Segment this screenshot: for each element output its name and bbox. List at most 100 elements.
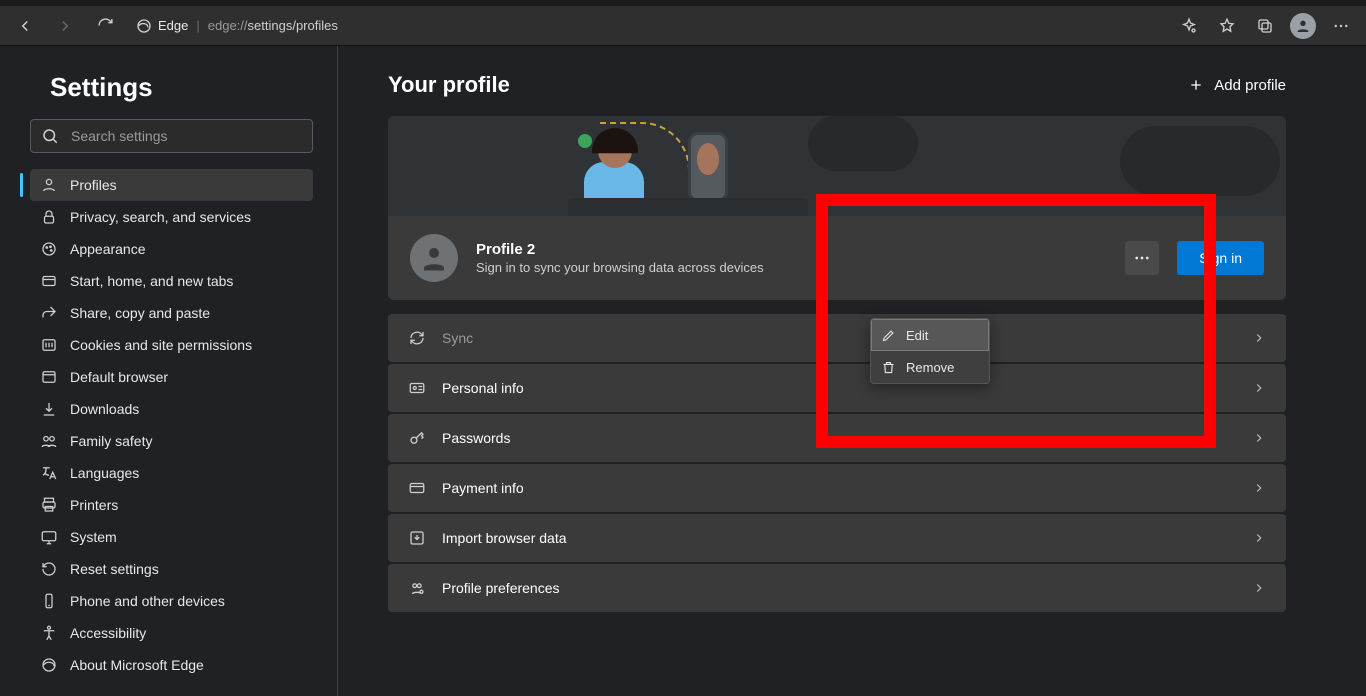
profile-settings-list: Sync Personal info Passwords Payment infoIm… xyxy=(388,314,1286,612)
profile-button[interactable] xyxy=(1286,9,1320,43)
chevron-right-icon xyxy=(1252,331,1266,345)
key-icon xyxy=(408,429,426,447)
language-icon xyxy=(40,464,58,482)
settings-title: Settings xyxy=(50,72,313,103)
sidebar-item-label: Share, copy and paste xyxy=(70,305,210,321)
row-label: Profile preferences xyxy=(442,580,560,596)
chevron-right-icon xyxy=(1252,481,1266,495)
chevron-right-icon xyxy=(1252,381,1266,395)
avatar-icon xyxy=(1290,13,1316,39)
favorites-button[interactable] xyxy=(1210,9,1244,43)
menu-item-edit[interactable]: Edit xyxy=(871,319,989,351)
trash-icon xyxy=(881,360,896,375)
sidebar-item-label: Family safety xyxy=(70,433,152,449)
plus-icon xyxy=(1188,77,1204,93)
settings-row-import-browser-data[interactable]: Import browser data xyxy=(388,514,1286,562)
sidebar-item-label: Printers xyxy=(70,497,118,513)
site-identity: Edge xyxy=(136,18,188,34)
sidebar-item-label: Privacy, search, and services xyxy=(70,209,251,225)
settings-row-payment-info[interactable]: Payment info xyxy=(388,464,1286,512)
forward-button[interactable] xyxy=(48,9,82,43)
menu-item-remove[interactable]: Remove xyxy=(871,351,989,383)
sidebar-item-label: Downloads xyxy=(70,401,139,417)
collections-button[interactable] xyxy=(1248,9,1282,43)
url-text: edge://settings/profiles xyxy=(208,18,338,33)
read-aloud-button[interactable] xyxy=(1172,9,1206,43)
pencil-icon xyxy=(881,328,896,343)
lock-icon xyxy=(40,208,58,226)
sidebar-item-label: Cookies and site permissions xyxy=(70,337,252,353)
phone-icon xyxy=(40,592,58,610)
card-icon xyxy=(408,479,426,497)
sidebar-item-downloads[interactable]: Downloads xyxy=(30,393,313,425)
sidebar-item-family-safety[interactable]: Family safety xyxy=(30,425,313,457)
sidebar-item-system[interactable]: System xyxy=(30,521,313,553)
sidebar-item-label: Phone and other devices xyxy=(70,593,225,609)
sidebar-item-printers[interactable]: Printers xyxy=(30,489,313,521)
paint-icon xyxy=(40,240,58,258)
add-profile-button[interactable]: Add profile xyxy=(1188,77,1286,94)
settings-row-profile-preferences[interactable]: Profile preferences xyxy=(388,564,1286,612)
sidebar-item-label: Default browser xyxy=(70,369,168,385)
import-icon xyxy=(408,529,426,547)
sidebar-item-label: System xyxy=(70,529,117,545)
cookie-icon xyxy=(40,336,58,354)
prefs-icon xyxy=(408,579,426,597)
edge-logo-icon xyxy=(136,18,152,34)
search-input[interactable] xyxy=(69,127,302,145)
sidebar-item-label: Start, home, and new tabs xyxy=(70,273,233,289)
sidebar-item-profiles[interactable]: Profiles xyxy=(30,169,313,201)
search-icon xyxy=(41,127,59,145)
sidebar-item-label: About Microsoft Edge xyxy=(70,657,204,673)
back-button[interactable] xyxy=(8,9,42,43)
app-menu-button[interactable] xyxy=(1324,9,1358,43)
sidebar-item-start-home-and-new-tabs[interactable]: Start, home, and new tabs xyxy=(30,265,313,297)
profile-name: Profile 2 xyxy=(476,241,1107,258)
star-icon xyxy=(1218,17,1236,35)
chevron-right-icon xyxy=(1252,531,1266,545)
sidebar-item-about-microsoft-edge[interactable]: About Microsoft Edge xyxy=(30,649,313,681)
settings-sidebar: Settings Profiles Privacy, search, and se… xyxy=(0,46,338,696)
sync-icon xyxy=(408,329,426,347)
sidebar-item-reset-settings[interactable]: Reset settings xyxy=(30,553,313,585)
sidebar-item-privacy-search-and-services[interactable]: Privacy, search, and services xyxy=(30,201,313,233)
more-horizontal-icon xyxy=(1133,249,1151,267)
sidebar-item-share-copy-and-paste[interactable]: Share, copy and paste xyxy=(30,297,313,329)
edge-icon xyxy=(40,656,58,674)
sidebar-item-default-browser[interactable]: Default browser xyxy=(30,361,313,393)
settings-row-personal-info[interactable]: Personal info xyxy=(388,364,1286,412)
chevron-right-icon xyxy=(1252,431,1266,445)
settings-row-sync: Sync xyxy=(388,314,1286,362)
settings-nav: Profiles Privacy, search, and services App… xyxy=(30,169,313,681)
refresh-button[interactable] xyxy=(88,9,122,43)
address-bar[interactable]: Edge | edge://settings/profiles xyxy=(128,11,1158,41)
sign-in-button[interactable]: Sign in xyxy=(1177,241,1264,275)
settings-row-passwords[interactable]: Passwords xyxy=(388,414,1286,462)
sparkle-star-icon xyxy=(1180,17,1198,35)
row-label: Passwords xyxy=(442,430,510,446)
sidebar-item-accessibility[interactable]: Accessibility xyxy=(30,617,313,649)
search-settings[interactable] xyxy=(30,119,313,153)
profile-card: Profile 2 Sign in to sync your browsing … xyxy=(388,116,1286,300)
settings-main: Your profile Add profile Profile 2 xyxy=(338,46,1366,696)
page-title: Your profile xyxy=(388,72,510,98)
id-icon xyxy=(408,379,426,397)
brand-label: Edge xyxy=(158,18,188,33)
sidebar-item-cookies-and-site-permissions[interactable]: Cookies and site permissions xyxy=(30,329,313,361)
reset-icon xyxy=(40,560,58,578)
sidebar-item-phone-and-other-devices[interactable]: Phone and other devices xyxy=(30,585,313,617)
sidebar-item-appearance[interactable]: Appearance xyxy=(30,233,313,265)
add-profile-label: Add profile xyxy=(1214,77,1286,94)
sidebar-item-languages[interactable]: Languages xyxy=(30,457,313,489)
refresh-icon xyxy=(97,17,114,34)
profile-more-button[interactable] xyxy=(1125,241,1159,275)
profile-subtitle: Sign in to sync your browsing data acros… xyxy=(476,260,1107,275)
person-silhouette-icon xyxy=(419,243,449,273)
profile-avatar xyxy=(410,234,458,282)
sidebar-item-label: Reset settings xyxy=(70,561,159,577)
row-label: Personal info xyxy=(442,380,524,396)
person-icon xyxy=(40,176,58,194)
family-icon xyxy=(40,432,58,450)
system-icon xyxy=(40,528,58,546)
arrow-right-icon xyxy=(56,17,74,35)
